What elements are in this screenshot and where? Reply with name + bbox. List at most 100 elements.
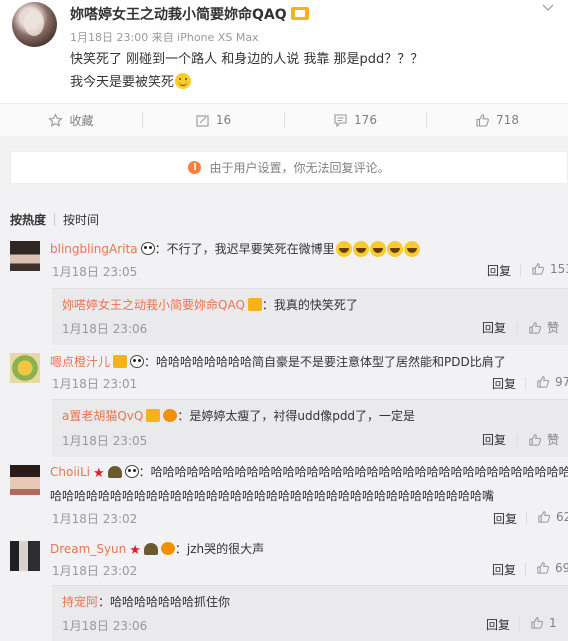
reply-text: ：我真的快笑死了	[261, 298, 358, 312]
vip-badge-icon	[146, 409, 161, 422]
comment-time: 1月18日 23:05	[52, 265, 138, 279]
author-avatar[interactable]	[12, 2, 57, 47]
replier-name[interactable]: a置老胡猫QvQ	[62, 409, 143, 423]
divider	[526, 512, 527, 525]
like-count: 718	[496, 113, 519, 127]
panda-badge-icon	[130, 355, 145, 368]
like-button[interactable]: 718	[426, 104, 568, 136]
comment-like-button[interactable]: 62	[537, 510, 568, 524]
reply-like-button[interactable]: 赞	[528, 319, 559, 336]
comment-like-count: 153	[550, 262, 568, 276]
commenter-avatar[interactable]	[10, 541, 40, 571]
commenter-avatar[interactable]	[10, 241, 40, 271]
reply-like-button[interactable]: 1	[530, 616, 557, 630]
reply-box: 持宠阿：哈哈哈哈哈哈哈抓住你 1月18日 23:06 回复 1	[52, 585, 568, 641]
vip-badge-icon	[113, 355, 128, 368]
reply-button[interactable]: 回复	[493, 510, 517, 527]
post-action-bar: 收藏 16 176 718	[0, 103, 568, 136]
favorite-button[interactable]: 收藏	[0, 104, 142, 136]
hat-badge-icon	[107, 466, 122, 478]
post-text-line2: 我今天是要被笑死	[70, 71, 423, 94]
divider	[525, 563, 526, 576]
post-body: 快笑死了 刚碰到一个路人 和身边的人说 我靠 那是pdd？？？ 我今天是要被笑死	[70, 48, 423, 94]
level-badge-icon	[160, 542, 175, 555]
reply-button[interactable]: 回复	[482, 431, 506, 448]
thumbs-up-icon	[532, 263, 545, 275]
tab-divider	[54, 212, 56, 226]
thumbs-up-icon	[537, 562, 550, 574]
comment-line1: ChoiiLi ★ ：哈哈哈哈哈哈哈哈哈哈哈哈哈哈哈哈哈哈哈哈哈哈哈哈哈哈哈哈哈哈哈…	[50, 461, 568, 485]
smile-emoji-icon	[175, 73, 192, 89]
reply-box: 妳嗒婷女王之动莪小简要妳命QAQ ：我真的快笑死了 1月18日 23:06 回复 …	[52, 288, 568, 345]
commenter-name[interactable]: ChoiiLi	[50, 465, 90, 479]
comment-item: blingblingArita ：不行了，我迟早要笑死在微博里 1月18日 23:…	[0, 235, 568, 347]
warning-icon: !	[188, 161, 202, 174]
comment-like-button[interactable]: 97	[536, 375, 568, 389]
comment-time: 1月18日 23:01	[52, 377, 138, 391]
reply-button[interactable]: 回复	[492, 561, 516, 578]
star-badge-icon: ★	[93, 466, 105, 481]
repost-count: 16	[215, 113, 232, 127]
repost-button[interactable]: 16	[142, 104, 284, 136]
sort-tabs: 按热度 按时间	[0, 208, 99, 230]
reply-button[interactable]: 回复	[487, 262, 511, 279]
comment-like-button[interactable]: 153	[531, 262, 568, 276]
reply-body: 持宠阿：哈哈哈哈哈哈哈抓住你	[62, 590, 230, 614]
comment-body: Dream_Syun ★ ：jzh哭的很大声	[50, 537, 264, 563]
reply-like-button[interactable]: 赞	[528, 431, 559, 448]
comment-icon	[334, 113, 347, 127]
thumbs-up-icon	[537, 376, 550, 388]
tab-sort-time[interactable]: 按时间	[63, 211, 99, 228]
comment-item: ChoiiLi ★ ：哈哈哈哈哈哈哈哈哈哈哈哈哈哈哈哈哈哈哈哈哈哈哈哈哈哈哈哈哈哈哈…	[0, 459, 568, 535]
reply-button[interactable]: 回复	[486, 616, 510, 633]
post-author-name[interactable]: 妳嗒婷女王之动莪小简要妳命QAQ	[70, 7, 287, 23]
thumbs-up-icon	[531, 617, 544, 629]
commenter-name[interactable]: blingblingArita	[50, 242, 138, 256]
comment-text-line1: ：哈哈哈哈哈哈哈哈哈哈哈哈哈哈哈哈哈哈哈哈哈哈哈哈哈哈哈哈哈哈哈哈哈哈哈哈	[138, 465, 568, 479]
reply-button[interactable]: 回复	[492, 375, 516, 392]
commenter-name[interactable]: Dream_Syun	[50, 542, 126, 556]
comment-body: 嗯点橙汁儿 ：哈哈哈哈哈哈哈哈简自豪是不是要注意体型了居然能和PDD比肩了	[50, 350, 506, 374]
comment-body: blingblingArita ：不行了，我迟早要笑死在微博里	[50, 237, 420, 261]
star-icon	[48, 112, 64, 127]
chevron-down-icon[interactable]	[542, 2, 554, 15]
vip-badge-icon	[290, 7, 309, 20]
reply-text: ：哈哈哈哈哈哈哈抓住你	[98, 595, 231, 609]
notice-text: 由于用户设置，你无法回复评论。	[209, 161, 390, 175]
commenter-name[interactable]: 嗯点橙汁儿	[50, 355, 110, 369]
comment-like-button[interactable]: 69	[536, 561, 568, 575]
divider	[520, 264, 521, 277]
reply-like-count: 赞	[547, 321, 560, 335]
comment-count: 176	[354, 113, 377, 127]
thumbs-up-icon	[476, 113, 489, 127]
tab-sort-hot[interactable]: 按热度	[10, 211, 46, 228]
reply-time: 1月18日 23:06	[62, 322, 148, 336]
thumbs-up-icon	[538, 511, 551, 523]
divider	[517, 433, 518, 446]
commenter-avatar[interactable]	[10, 353, 40, 383]
reply-like-count: 赞	[547, 433, 560, 447]
reply-time: 1月18日 23:05	[62, 434, 148, 448]
repost-icon	[196, 114, 209, 127]
replier-name[interactable]: 持宠阿	[62, 595, 98, 609]
comment-button[interactable]: 176	[284, 104, 426, 136]
post-author[interactable]: 妳嗒婷女王之动莪小简要妳命QAQ	[70, 4, 309, 24]
reply-time: 1月18日 23:06	[62, 619, 148, 633]
comment-item: 嗯点橙汁儿 ：哈哈哈哈哈哈哈哈简自豪是不是要注意体型了居然能和PDD比肩了 1月1…	[0, 347, 568, 459]
weibo-post: 妳嗒婷女王之动莪小简要妳命QAQ 1月18日 23:00 来自 iPhone X…	[0, 0, 568, 103]
commenter-avatar[interactable]	[10, 465, 40, 495]
comment-time: 1月18日 23:02	[52, 564, 138, 578]
star-badge-icon: ★	[129, 543, 141, 558]
divider	[519, 618, 520, 631]
reply-restriction-notice: ! 由于用户设置，你无法回复评论。	[10, 151, 568, 184]
vip-badge-icon	[247, 298, 262, 311]
post-meta: 1月18日 23:00 来自 iPhone XS Max	[70, 31, 259, 44]
laugh-emoji-icon	[335, 241, 352, 257]
replier-name[interactable]: 妳嗒婷女王之动莪小简要妳命QAQ	[62, 298, 245, 312]
thumbs-up-icon	[529, 321, 542, 334]
level-badge-icon	[163, 409, 178, 422]
divider	[517, 321, 518, 334]
panda-badge-icon	[124, 465, 139, 478]
divider	[525, 377, 526, 390]
reply-button[interactable]: 回复	[482, 319, 506, 336]
